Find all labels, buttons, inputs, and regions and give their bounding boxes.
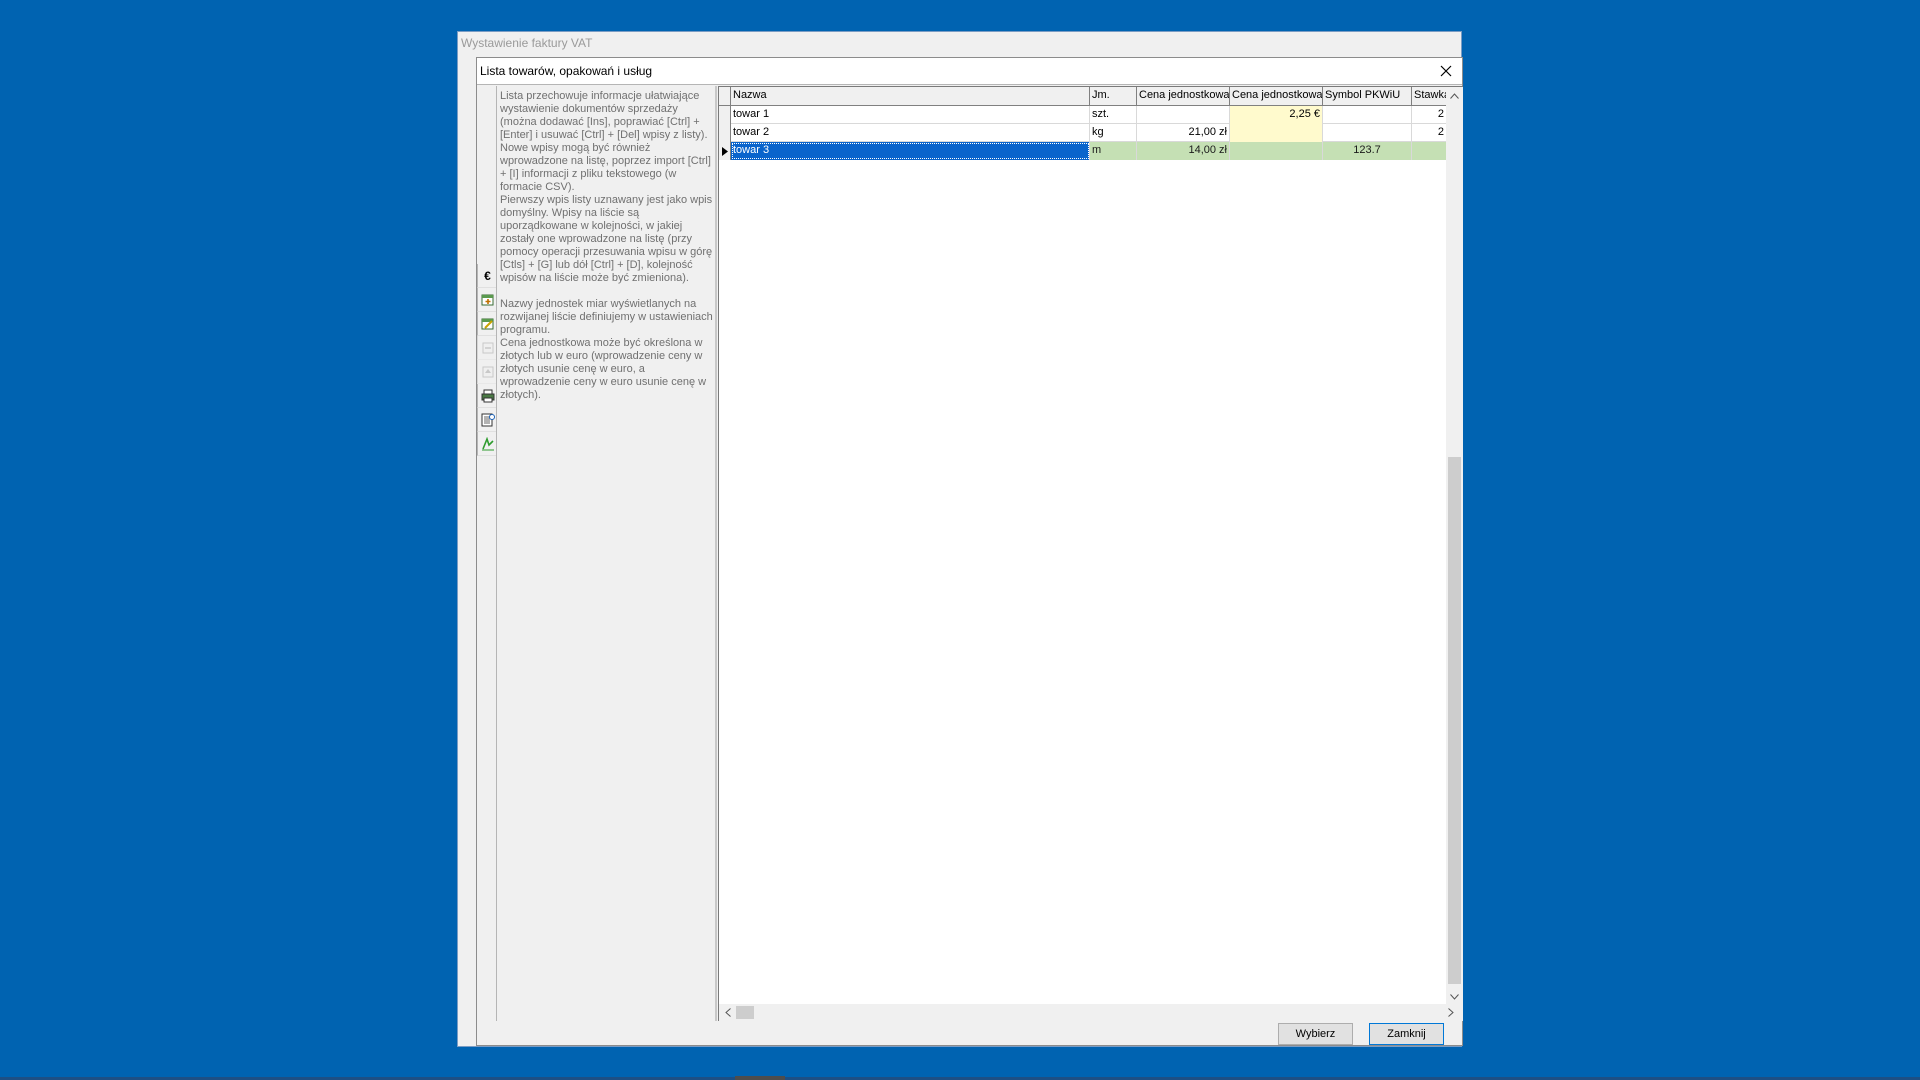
info-text: Nazwy jednostek miar wyświetlanych na ro… (500, 298, 713, 336)
import-csv-icon[interactable] (477, 408, 497, 432)
euro-icon[interactable]: € (477, 264, 497, 288)
grid-body: towar 1 szt. 2,25 € 2 towar 2 kg 21,00 z… (719, 106, 1447, 160)
close-icon[interactable] (1434, 60, 1458, 82)
row-indicator (719, 124, 731, 142)
cell-vat[interactable]: 2 (1412, 124, 1447, 142)
delete-record-icon[interactable] (477, 336, 497, 360)
dialog-titlebar[interactable]: Lista towarów, opakowań i usług (477, 58, 1462, 85)
cell-vat[interactable] (1412, 142, 1447, 160)
export-icon[interactable] (477, 432, 497, 456)
info-text: Pierwszy wpis listy uznawany jest jako w… (500, 194, 713, 284)
row-indicator (719, 106, 731, 124)
cell-price-pln[interactable]: 21,00 zł (1137, 124, 1230, 142)
close-button[interactable]: Zamknij (1369, 1023, 1444, 1045)
select-button[interactable]: Wybierz (1278, 1023, 1353, 1045)
side-toolbar: € (477, 264, 497, 456)
horizontal-scrollbar[interactable] (719, 1004, 1463, 1021)
cell-unit[interactable]: kg (1090, 124, 1137, 142)
row-pointer-icon (719, 142, 731, 160)
scroll-left-icon[interactable] (719, 1004, 736, 1021)
scroll-up-icon[interactable] (1446, 87, 1463, 104)
cell-pkwiu[interactable] (1323, 106, 1412, 124)
cell-price-eur[interactable] (1230, 142, 1323, 160)
vertical-scroll-thumb[interactable] (1448, 457, 1461, 984)
header-name[interactable]: Nazwa (731, 87, 1090, 106)
print-icon[interactable] (477, 384, 497, 408)
header-indicator (719, 87, 731, 106)
goods-list-dialog: Lista towarów, opakowań i usług € Lista … (476, 57, 1463, 1046)
add-record-icon[interactable] (477, 288, 497, 312)
dialog-title: Lista towarów, opakowań i usług (480, 64, 653, 78)
info-text: Nowe wpisy mogą być również wprowadzone … (500, 142, 711, 193)
vertical-scrollbar[interactable] (1446, 87, 1463, 1005)
grid-header: Nazwa Jm. Cena jednostkowa Cena jednostk… (719, 87, 1447, 106)
header-price-pln[interactable]: Cena jednostkowa (1137, 87, 1230, 106)
header-vat[interactable]: Stawka V (1412, 87, 1447, 106)
scroll-right-icon[interactable] (1442, 1004, 1459, 1021)
edit-record-icon[interactable] (477, 312, 497, 336)
app-title: Wystawienie faktury VAT (461, 36, 593, 50)
cell-unit[interactable]: szt. (1090, 106, 1137, 124)
cell-pkwiu[interactable]: 123.7 (1323, 142, 1412, 160)
cell-vat[interactable]: 2 (1412, 106, 1447, 124)
taskbar-indicator (735, 1076, 785, 1080)
cell-unit[interactable]: m (1090, 142, 1137, 160)
horizontal-scroll-thumb[interactable] (736, 1006, 754, 1019)
info-panel: Lista przechowuje informacje ułatwiające… (496, 86, 717, 1021)
info-text: Cena jednostkowa może być określona w zł… (500, 337, 707, 401)
cell-price-eur[interactable] (1230, 124, 1323, 142)
header-price-eur[interactable]: Cena jednostkowa (1230, 87, 1323, 106)
info-text: Lista przechowuje informacje ułatwiające… (500, 90, 708, 141)
header-pkwiu[interactable]: Symbol PKWiU (1323, 87, 1412, 106)
header-unit[interactable]: Jm. (1090, 87, 1137, 106)
cell-price-pln[interactable] (1137, 106, 1230, 124)
cell-name[interactable]: towar 3 (731, 142, 1090, 160)
table-row[interactable]: towar 2 kg 21,00 zł 2 (719, 124, 1447, 142)
goods-grid[interactable]: Nazwa Jm. Cena jednostkowa Cena jednostk… (718, 86, 1463, 1021)
cell-price-eur[interactable]: 2,25 € (1230, 106, 1323, 124)
cell-name[interactable]: towar 1 (731, 106, 1090, 124)
app-window: Wystawienie faktury VAT Lista towarów, o… (457, 31, 1463, 1047)
cell-pkwiu[interactable] (1323, 124, 1412, 142)
scroll-down-icon[interactable] (1446, 988, 1463, 1005)
cell-name[interactable]: towar 2 (731, 124, 1090, 142)
table-row-selected[interactable]: towar 3 m 14,00 zł 123.7 (719, 142, 1447, 160)
table-row[interactable]: towar 1 szt. 2,25 € 2 (719, 106, 1447, 124)
cell-price-pln[interactable]: 14,00 zł (1137, 142, 1230, 160)
move-up-icon[interactable] (477, 360, 497, 384)
